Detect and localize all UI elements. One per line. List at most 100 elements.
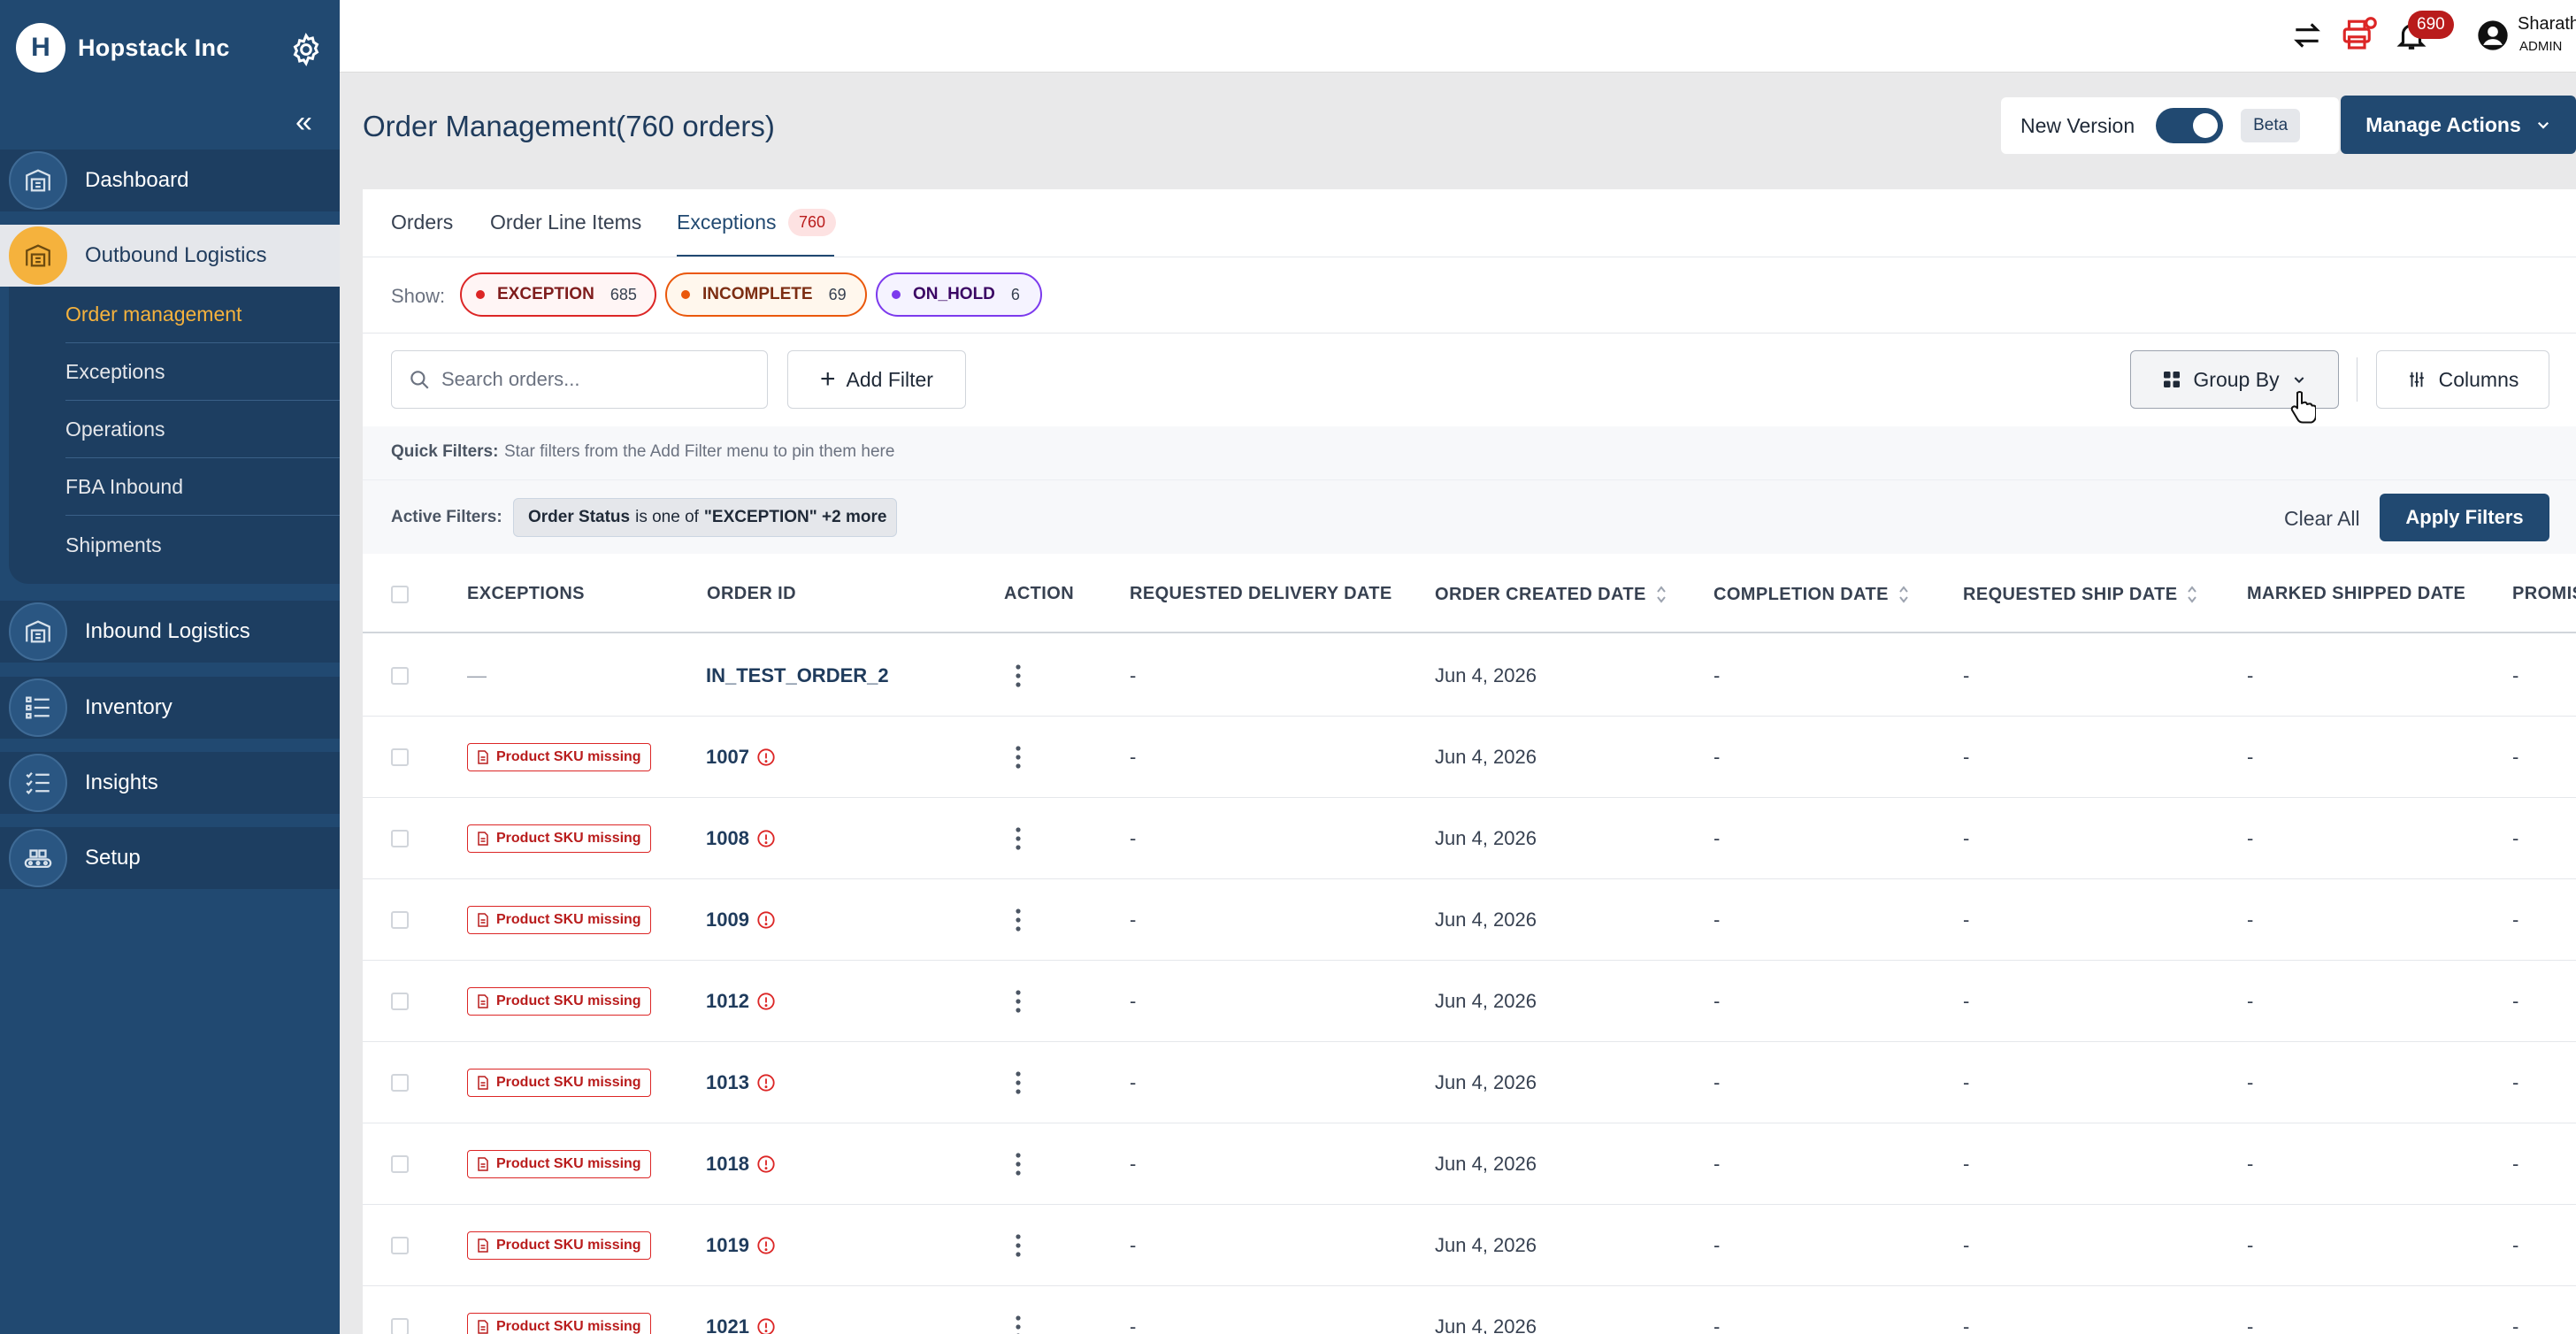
exception-badge[interactable]: Product SKU missing [467,1313,651,1334]
apply-filters-button[interactable]: Apply Filters [2380,494,2549,541]
user-role: ADMIN [2519,39,2563,54]
brand[interactable]: H Hopstack Inc [16,23,230,73]
order-id-link[interactable]: 1008 [706,827,776,850]
column-header-marked-shipped-date[interactable]: MARKED SHIPPED DATE [2247,584,2465,604]
sort-icon[interactable] [2186,584,2198,605]
warning-icon [757,1074,775,1092]
sidebar-subitem-order-management[interactable]: Order management [65,287,340,343]
user-name[interactable]: Sharath [2518,14,2576,34]
order-id-link[interactable]: 1007 [706,746,776,769]
order-id-link[interactable]: 1009 [706,908,776,932]
collapse-sidebar-icon[interactable]: « [295,107,312,137]
order-id-link[interactable]: 1018 [706,1153,776,1176]
more-actions-icon[interactable] [1012,907,1024,933]
sidebar-item-dashboard[interactable]: Dashboard [0,150,340,211]
column-header-label: REQUESTED SHIP DATE [1963,584,2178,604]
row-checkbox[interactable] [391,993,409,1010]
status-chip-on-hold[interactable]: ON_HOLD 6 [876,272,1042,317]
printer-icon[interactable] [2339,16,2378,55]
completion-date-cell: - [1714,827,1721,849]
promise-date-cell: - [2512,1234,2519,1256]
more-actions-icon[interactable] [1012,744,1024,770]
gear-icon[interactable] [288,32,324,67]
sidebar-subitem-fba-inbound[interactable]: FBA Inbound [65,459,340,516]
sidebar-subitem-operations[interactable]: Operations [65,402,340,458]
tab-exceptions[interactable]: Exceptions [677,211,777,234]
select-all-checkbox[interactable] [391,586,409,603]
top-bar [340,0,2576,73]
search-box[interactable] [391,350,768,409]
tab-order-line-items[interactable]: Order Line Items [490,211,641,234]
new-version-toggle[interactable] [2156,108,2224,143]
exception-badge[interactable]: Product SKU missing [467,1150,651,1178]
column-header-requested-ship-date[interactable]: REQUESTED SHIP DATE [1963,584,2198,605]
sidebar-subitem-exceptions[interactable]: Exceptions [65,344,340,401]
sidebar-item-inventory[interactable]: Inventory [0,677,340,739]
exception-badge[interactable]: Product SKU missing [467,906,651,934]
more-actions-icon[interactable] [1012,1151,1024,1177]
checklist-icon [9,754,67,812]
switch-icon[interactable] [2288,16,2327,55]
quick-filters-divider [363,479,2576,480]
row-checkbox[interactable] [391,911,409,929]
row-checkbox[interactable] [391,748,409,766]
order-id-link[interactable]: 1019 [706,1234,776,1257]
more-actions-icon[interactable] [1012,663,1024,689]
column-header-order-created-date[interactable]: ORDER CREATED DATE [1435,584,1668,605]
order-created-date-cell: Jun 4, 2026 [1435,990,1537,1012]
order-id-link[interactable]: IN_TEST_ORDER_2 [706,664,889,687]
add-filter-button[interactable]: + Add Filter [787,350,966,409]
exception-label: Product SKU missing [496,1319,641,1334]
active-filter-value: "EXCEPTION" +2 more [703,508,887,526]
status-chip-incomplete[interactable]: INCOMPLETE 69 [665,272,867,317]
sort-icon[interactable] [1655,584,1668,605]
column-header-requested-delivery-date[interactable]: REQUESTED DELIVERY DATE [1130,584,1392,604]
document-icon [478,832,488,846]
tab-orders[interactable]: Orders [391,211,453,234]
new-version-label: New Version [2020,113,2135,137]
more-actions-icon[interactable] [1012,988,1024,1015]
exception-badge[interactable]: Product SKU missing [467,824,651,853]
row-checkbox[interactable] [391,1318,409,1334]
column-header-action[interactable]: ACTION [1004,584,1074,604]
sidebar-item-setup[interactable]: Setup [0,827,340,889]
row-checkbox[interactable] [391,830,409,847]
row-checkbox[interactable] [391,1155,409,1173]
more-actions-icon[interactable] [1012,1232,1024,1259]
row-checkbox[interactable] [391,1074,409,1092]
exception-badge[interactable]: Product SKU missing [467,987,651,1016]
exception-label: Product SKU missing [496,993,641,1008]
more-actions-icon[interactable] [1012,825,1024,852]
sidebar-item-outbound-logistics[interactable]: Outbound Logistics [0,225,340,287]
clear-all-button[interactable]: Clear All [2284,507,2360,531]
search-input[interactable] [441,368,742,391]
order-id-link[interactable]: 1012 [706,990,776,1013]
tab-exceptions-count: 760 [788,209,837,236]
sidebar-item-insights[interactable]: Insights [0,752,340,814]
columns-button[interactable]: Columns [2376,350,2549,409]
exception-badge[interactable]: Product SKU missing [467,1069,651,1097]
status-chip-exception[interactable]: EXCEPTION 685 [460,272,656,317]
column-header-promise-date[interactable]: PROMIS [2512,584,2576,604]
exception-badge[interactable]: Product SKU missing [467,1231,651,1260]
user-avatar-icon[interactable] [2473,16,2512,55]
column-header-completion-date[interactable]: COMPLETION DATE [1714,584,1910,605]
exception-badge[interactable]: Product SKU missing [467,743,651,771]
marked-shipped-date-cell: - [2247,990,2254,1012]
order-id-link[interactable]: 1013 [706,1071,776,1094]
column-header-exceptions[interactable]: EXCEPTIONS [467,584,585,604]
order-id-link[interactable]: 1021 [706,1315,776,1334]
manage-actions-button[interactable]: Manage Actions [2341,96,2576,154]
active-filter-chip[interactable]: Order Status is one of "EXCEPTION" +2 mo… [513,498,897,537]
sort-icon[interactable] [1898,584,1910,605]
more-actions-icon[interactable] [1012,1070,1024,1096]
document-icon [478,913,488,927]
order-created-date-cell: Jun 4, 2026 [1435,664,1537,686]
sidebar-item-inbound-logistics[interactable]: Inbound Logistics [0,601,340,663]
row-checkbox[interactable] [391,667,409,685]
more-actions-icon[interactable] [1012,1314,1024,1334]
row-checkbox[interactable] [391,1237,409,1254]
order-id-text: 1018 [706,1153,749,1175]
sidebar-subitem-shipments[interactable]: Shipments [65,517,340,573]
column-header-order-id[interactable]: ORDER ID [707,584,796,604]
